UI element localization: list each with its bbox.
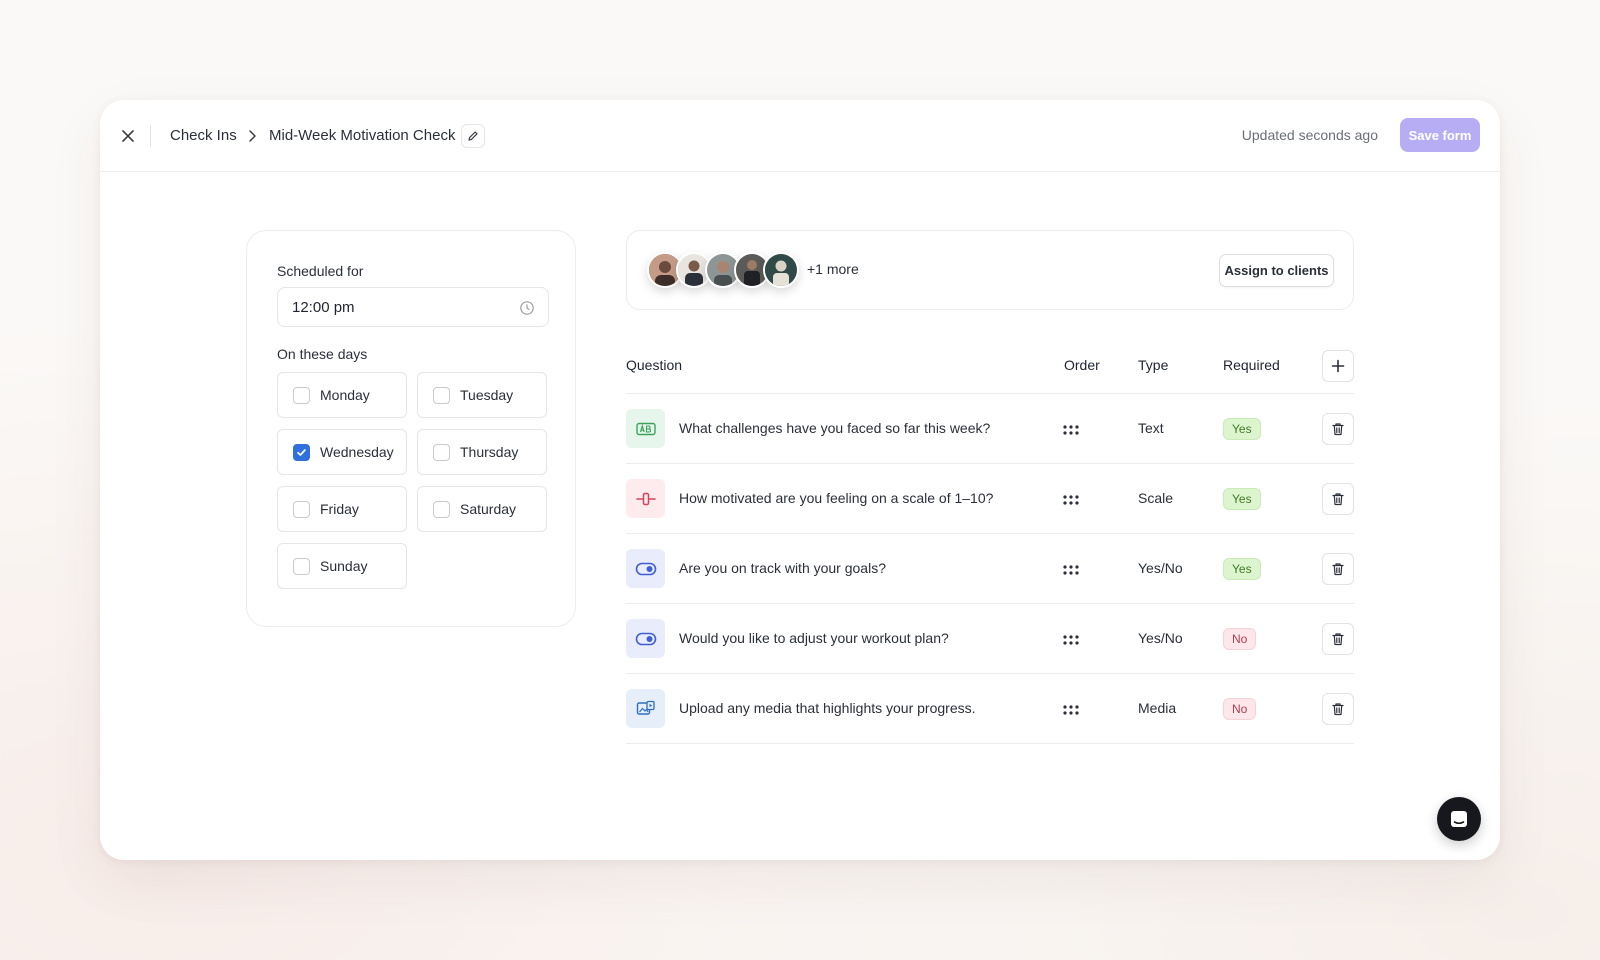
question-text[interactable]: How motivated are you feeling on a scale… <box>679 490 993 506</box>
chat-launcher-button[interactable] <box>1437 797 1481 841</box>
question-text[interactable]: Would you like to adjust your workout pl… <box>679 630 949 646</box>
required-badge: Yes <box>1223 558 1261 580</box>
checkbox[interactable] <box>293 386 310 404</box>
time-input[interactable] <box>277 287 549 327</box>
text-icon <box>626 409 665 448</box>
close-icon[interactable] <box>116 124 140 148</box>
more-clients-count[interactable]: +1 more <box>807 261 859 277</box>
day-option-sunday[interactable]: Sunday <box>277 543 407 589</box>
check-icon <box>297 448 306 456</box>
checkbox[interactable] <box>433 500 450 518</box>
assigned-clients-card: +1 more Assign to clients <box>626 230 1354 310</box>
form-editor-window: Check Ins Mid-Week Motivation Check Upda… <box>100 100 1500 860</box>
assign-to-clients-button[interactable]: Assign to clients <box>1219 254 1334 287</box>
table-row[interactable]: Would you like to adjust your workout pl… <box>626 604 1354 674</box>
question-text[interactable]: What challenges have you faced so far th… <box>679 420 990 436</box>
day-option-saturday[interactable]: Saturday <box>417 486 547 532</box>
table-row[interactable]: Are you on track with your goals? Yes/No… <box>626 534 1354 604</box>
trash-icon <box>1331 492 1345 506</box>
toggle-icon <box>626 549 665 588</box>
schedule-card: Scheduled for On these days Monday Tuesd… <box>246 230 576 627</box>
questions-table: Question Order Type Required What challe… <box>626 340 1354 744</box>
updated-status: Updated seconds ago <box>1241 127 1378 143</box>
question-type: Yes/No <box>1138 630 1183 646</box>
delete-question-button[interactable] <box>1322 553 1354 585</box>
day-label: Friday <box>320 501 359 517</box>
drag-handle-icon[interactable] <box>1062 423 1080 435</box>
scale-icon <box>626 479 665 518</box>
trash-icon <box>1331 562 1345 576</box>
column-header-order: Order <box>1064 357 1100 373</box>
day-option-friday[interactable]: Friday <box>277 486 407 532</box>
required-badge: Yes <box>1223 488 1261 510</box>
delete-question-button[interactable] <box>1322 623 1354 655</box>
clock-icon <box>519 300 535 316</box>
toggle-icon <box>626 619 665 658</box>
save-form-button[interactable]: Save form <box>1400 118 1480 152</box>
delete-question-button[interactable] <box>1322 413 1354 445</box>
required-badge: No <box>1223 628 1257 650</box>
column-header-question: Question <box>626 357 683 373</box>
plus-icon <box>1331 359 1345 373</box>
day-option-thursday[interactable]: Thursday <box>417 429 547 475</box>
question-type: Yes/No <box>1138 560 1183 576</box>
chevron-right-icon <box>244 128 260 144</box>
days-label: On these days <box>277 346 368 362</box>
question-type: Scale <box>1138 490 1174 506</box>
day-label: Thursday <box>460 444 519 460</box>
day-option-tuesday[interactable]: Tuesday <box>417 372 547 418</box>
day-label: Sunday <box>320 558 368 574</box>
day-label: Monday <box>320 387 370 403</box>
day-option-wednesday[interactable]: Wednesday <box>277 429 407 475</box>
edit-title-button[interactable] <box>461 124 485 148</box>
day-label: Tuesday <box>460 387 514 403</box>
delete-question-button[interactable] <box>1322 483 1354 515</box>
checkbox[interactable] <box>433 386 450 404</box>
delete-question-button[interactable] <box>1322 693 1354 725</box>
table-row[interactable]: Upload any media that highlights your pr… <box>626 674 1354 744</box>
chat-icon <box>1449 809 1469 829</box>
avatar-stack[interactable] <box>647 252 799 288</box>
add-question-button[interactable] <box>1322 350 1354 382</box>
pencil-icon <box>467 130 479 142</box>
drag-handle-icon[interactable] <box>1062 633 1080 645</box>
table-row[interactable]: How motivated are you feeling on a scale… <box>626 464 1354 534</box>
table-header: Question Order Type Required <box>626 340 1354 394</box>
question-text[interactable]: Are you on track with your goals? <box>679 560 886 576</box>
scheduled-for-label: Scheduled for <box>277 263 364 279</box>
drag-handle-icon[interactable] <box>1062 563 1080 575</box>
form-title: Mid-Week Motivation Check <box>269 127 456 144</box>
drag-handle-icon[interactable] <box>1062 493 1080 505</box>
trash-icon <box>1331 422 1345 436</box>
top-bar: Check Ins Mid-Week Motivation Check Upda… <box>100 100 1500 172</box>
media-icon <box>626 689 665 728</box>
day-label: Wednesday <box>320 444 394 460</box>
checkbox[interactable] <box>293 500 310 518</box>
trash-icon <box>1331 632 1345 646</box>
divider <box>150 125 151 147</box>
checkbox[interactable] <box>293 557 310 575</box>
checkbox-checked[interactable] <box>293 443 310 461</box>
avatar <box>763 252 799 288</box>
drag-handle-icon[interactable] <box>1062 703 1080 715</box>
trash-icon <box>1331 702 1345 716</box>
breadcrumb-check-ins[interactable]: Check Ins <box>170 127 237 144</box>
required-badge: No <box>1223 698 1257 720</box>
column-header-required: Required <box>1223 357 1280 373</box>
column-header-type: Type <box>1138 357 1169 373</box>
question-text[interactable]: Upload any media that highlights your pr… <box>679 700 976 716</box>
day-label: Saturday <box>460 501 517 517</box>
question-type: Text <box>1138 420 1164 436</box>
day-option-monday[interactable]: Monday <box>277 372 407 418</box>
checkbox[interactable] <box>433 443 450 461</box>
table-row[interactable]: What challenges have you faced so far th… <box>626 394 1354 464</box>
required-badge: Yes <box>1223 418 1261 440</box>
question-type: Media <box>1138 700 1177 716</box>
